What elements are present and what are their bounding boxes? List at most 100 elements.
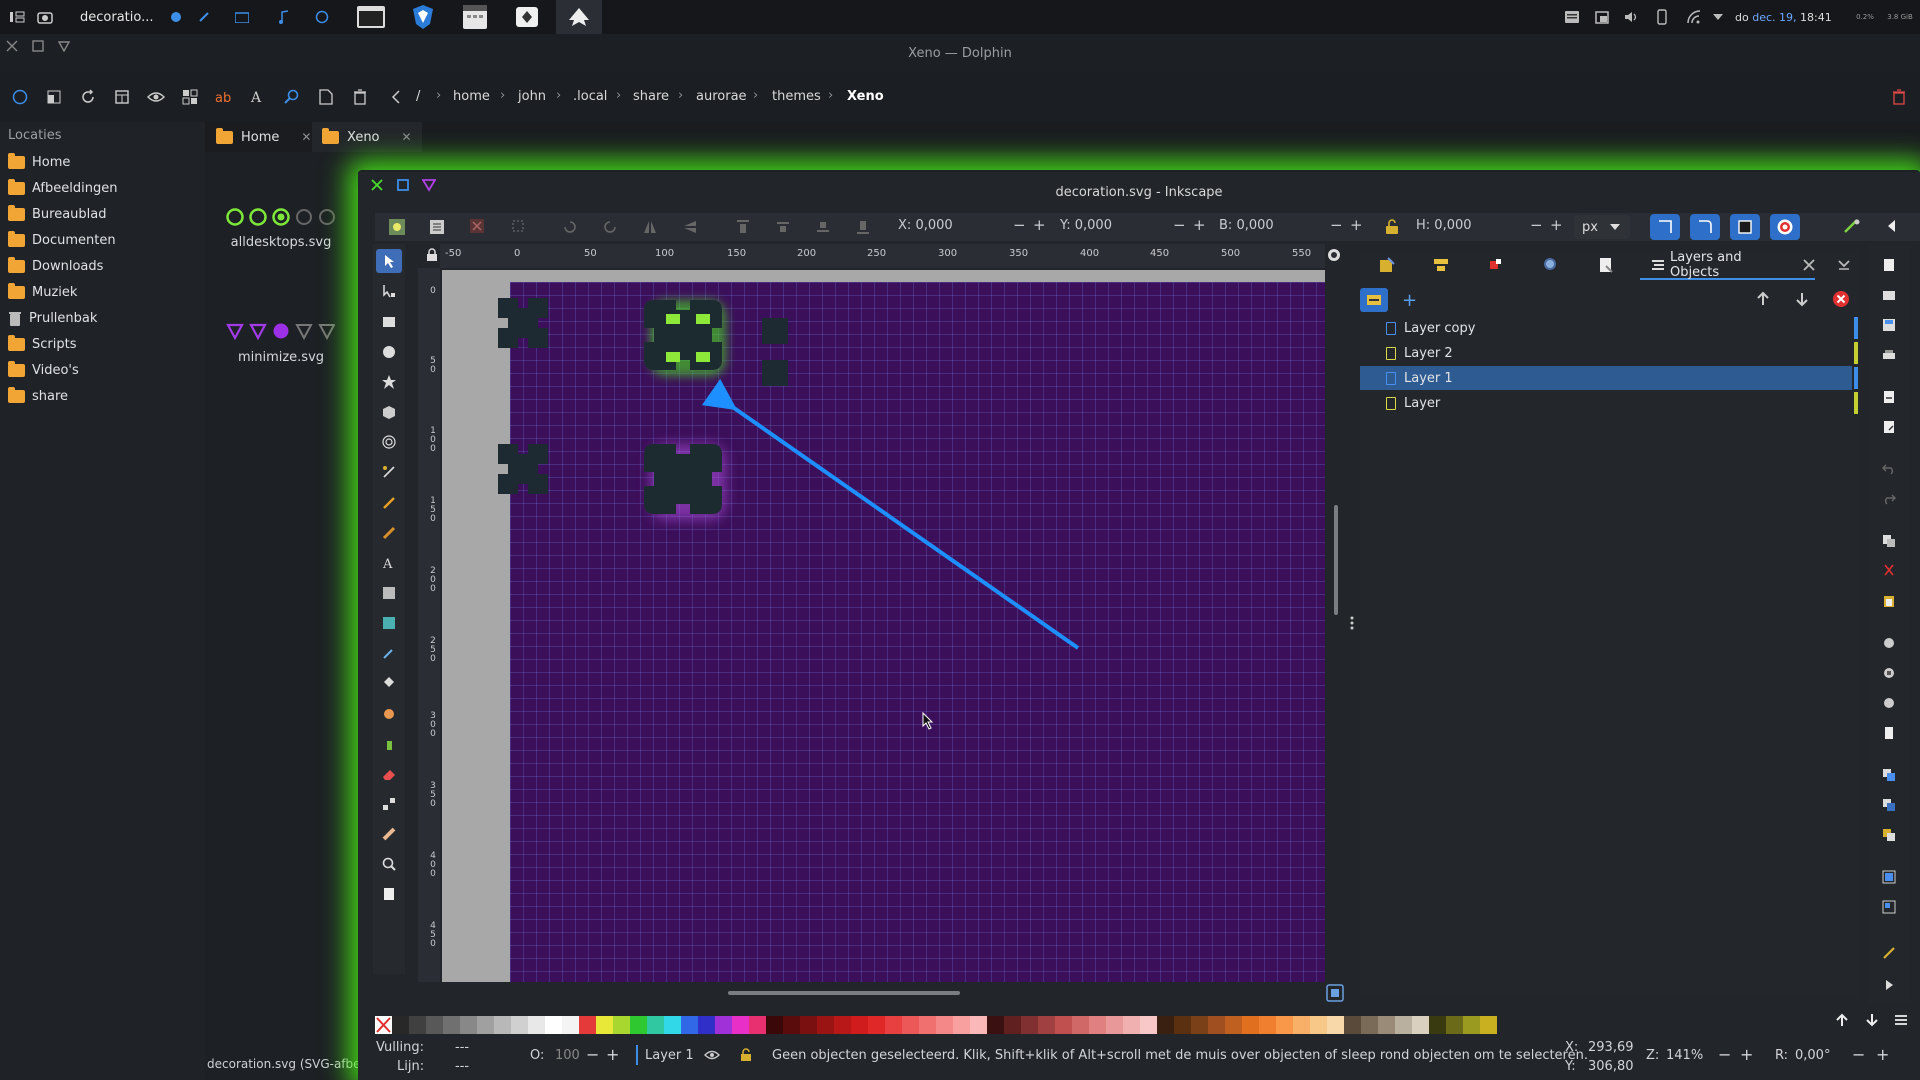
palette-scroll-down-icon[interactable] (1864, 1012, 1880, 1028)
color-swatch[interactable] (1191, 1016, 1208, 1034)
color-swatch[interactable] (1089, 1016, 1106, 1034)
pencil-tool-icon[interactable] (376, 491, 402, 515)
lower-layer-button[interactable] (1794, 290, 1810, 308)
color-swatch[interactable] (613, 1016, 630, 1034)
folder-app-icon[interactable] (232, 0, 252, 34)
calendar-task-icon[interactable] (452, 0, 498, 34)
place-scripts[interactable]: Scripts (8, 333, 76, 355)
horizontal-scrollbar[interactable] (728, 991, 960, 995)
screenshot-icon[interactable] (34, 0, 56, 34)
color-swatch[interactable] (902, 1016, 919, 1034)
zoom-out-button[interactable]: − (1718, 1045, 1731, 1064)
spiral-tool-icon[interactable] (376, 430, 402, 454)
color-swatch[interactable] (1310, 1016, 1327, 1034)
color-swatch[interactable] (443, 1016, 460, 1034)
calligraphy-tool-icon[interactable] (376, 521, 402, 545)
breadcrumb-home[interactable]: home (453, 89, 490, 104)
phone-tray-icon[interactable] (1652, 0, 1672, 34)
delete-layer-button[interactable] (1832, 290, 1850, 308)
rotate-decrement-button[interactable]: − (1852, 1045, 1865, 1064)
scale-corners-button[interactable] (1690, 214, 1720, 240)
x-decrement-button[interactable]: − (1013, 216, 1026, 234)
color-palette[interactable] (375, 1016, 1497, 1034)
cut-icon[interactable] (1878, 560, 1900, 582)
ellipse-tool-icon[interactable] (376, 340, 402, 364)
raise-layer-button[interactable] (1755, 290, 1771, 308)
3d-box-tool-icon[interactable] (376, 400, 402, 424)
color-swatch[interactable] (1055, 1016, 1072, 1034)
color-swatch[interactable] (936, 1016, 953, 1034)
color-swatch[interactable] (987, 1016, 1004, 1034)
color-swatch[interactable] (1140, 1016, 1157, 1034)
rotate-value[interactable]: 0,00° (1795, 1048, 1830, 1063)
split-view-icon[interactable] (9, 86, 31, 108)
breadcrumb-themes[interactable]: themes (772, 89, 821, 104)
stroke-value[interactable]: --- (455, 1059, 469, 1074)
zoom-tool-icon[interactable] (376, 852, 402, 876)
color-swatch[interactable] (953, 1016, 970, 1034)
clone-icon[interactable] (1878, 794, 1900, 816)
tweak-tool-icon[interactable] (376, 702, 402, 726)
color-swatch[interactable] (885, 1016, 902, 1034)
dropper-tool-icon[interactable] (376, 641, 402, 665)
color-swatch[interactable] (681, 1016, 698, 1034)
color-swatch[interactable] (562, 1016, 579, 1034)
page-icon[interactable] (1878, 722, 1900, 744)
tab-layers-and-objects[interactable]: Layers and Objects (1640, 250, 1815, 280)
opacity-value[interactable]: 100 (555, 1048, 580, 1063)
place-muziek[interactable]: Muziek (8, 281, 77, 303)
brave-task-icon[interactable] (400, 0, 446, 34)
height-decrement-button[interactable]: − (1530, 216, 1543, 234)
export-icon[interactable] (1878, 416, 1900, 438)
color-swatch[interactable] (1174, 1016, 1191, 1034)
new-tab-icon[interactable] (111, 86, 133, 108)
place-prullenbak[interactable]: Prullenbak (8, 307, 97, 329)
breadcrumb-share[interactable]: share (633, 89, 669, 104)
select-in-all-layers-icon[interactable] (428, 218, 446, 236)
color-swatch[interactable] (1157, 1016, 1174, 1034)
file-name[interactable]: alldesktops.svg (211, 235, 351, 250)
layer-item[interactable]: Layer 2 (1360, 341, 1852, 365)
breadcrumb-john[interactable]: john (518, 89, 546, 104)
search-icon[interactable] (281, 86, 303, 108)
place-downloads[interactable]: Downloads (8, 255, 103, 277)
color-swatch[interactable] (1072, 1016, 1089, 1034)
print-icon[interactable] (1878, 344, 1900, 366)
mesh-tool-icon[interactable] (376, 611, 402, 635)
color-swatch[interactable] (647, 1016, 664, 1034)
commands-overflow-icon[interactable] (1878, 974, 1900, 996)
paint-bucket-tool-icon[interactable] (376, 671, 402, 695)
color-swatch[interactable] (1395, 1016, 1412, 1034)
color-swatch[interactable] (494, 1016, 511, 1034)
width-field[interactable]: B: 0,000 (1219, 218, 1274, 233)
select-all-icon[interactable] (388, 218, 406, 236)
icons-view-icon[interactable] (179, 86, 201, 108)
width-decrement-button[interactable]: − (1330, 216, 1343, 234)
zoom-selection-icon[interactable] (1878, 632, 1900, 654)
tab-home[interactable]: Home ✕ (206, 122, 321, 152)
raise-icon[interactable] (775, 219, 791, 235)
color-swatch[interactable] (1123, 1016, 1140, 1034)
color-swatch[interactable] (868, 1016, 885, 1034)
fill-stroke-tab-icon[interactable] (1378, 256, 1396, 274)
lock-ratio-icon[interactable] (1385, 219, 1399, 235)
close-icon[interactable] (1803, 259, 1815, 271)
import-icon[interactable] (1878, 386, 1900, 408)
measure-tool-icon[interactable] (376, 822, 402, 846)
unit-select[interactable]: px (1574, 215, 1630, 239)
color-swatch[interactable] (1293, 1016, 1310, 1034)
width-increment-button[interactable]: + (1350, 216, 1363, 234)
active-window-label[interactable]: decoratio... (80, 0, 154, 34)
rectangle-tool-icon[interactable] (376, 310, 402, 334)
back-icon[interactable] (385, 86, 407, 108)
color-swatch[interactable] (970, 1016, 987, 1034)
refresh-icon[interactable] (77, 86, 99, 108)
panel-resize-handle[interactable] (1350, 616, 1354, 630)
height-increment-button[interactable]: + (1550, 216, 1563, 234)
color-swatch[interactable] (392, 1016, 409, 1034)
color-swatch[interactable] (477, 1016, 494, 1034)
document-properties-tab-icon[interactable] (1597, 256, 1615, 274)
transform-patterns-button[interactable] (1770, 214, 1800, 240)
delete-icon[interactable] (1888, 86, 1910, 108)
color-swatch[interactable] (1208, 1016, 1225, 1034)
